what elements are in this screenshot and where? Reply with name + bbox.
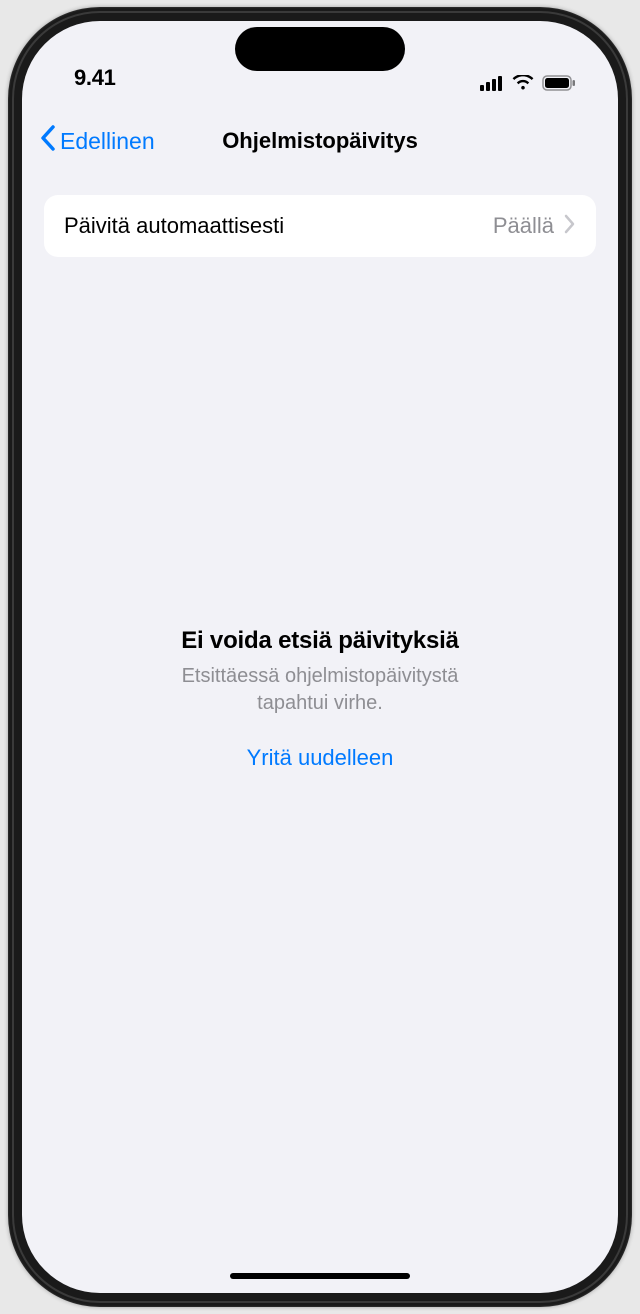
dynamic-island xyxy=(235,27,405,71)
retry-button[interactable]: Yritä uudelleen xyxy=(74,745,566,771)
status-time: 9.41 xyxy=(74,65,116,91)
error-section: Ei voida etsiä päivityksiä Etsittäessä o… xyxy=(44,627,596,771)
home-indicator[interactable] xyxy=(230,1273,410,1279)
screen: 9.41 xyxy=(22,21,618,1293)
status-icons xyxy=(480,75,576,91)
battery-icon xyxy=(542,75,576,91)
chevron-left-icon xyxy=(40,125,56,157)
auto-update-value: Päällä xyxy=(493,213,554,239)
page-title: Ohjelmistopäivitys xyxy=(222,128,418,154)
error-message: Etsittäessä ohjelmistopäivitystä tapahtu… xyxy=(74,663,566,717)
error-title: Ei voida etsiä päivityksiä xyxy=(74,627,566,655)
cellular-icon xyxy=(480,75,504,91)
auto-update-row[interactable]: Päivitä automaattisesti Päällä xyxy=(44,195,596,257)
wifi-icon xyxy=(512,75,534,91)
content-area: Päivitä automaattisesti Päällä Ei voida … xyxy=(22,171,618,1293)
chevron-right-icon xyxy=(564,214,576,239)
back-button[interactable]: Edellinen xyxy=(40,125,155,157)
nav-bar: Edellinen Ohjelmistopäivitys xyxy=(22,111,618,171)
back-label: Edellinen xyxy=(60,128,155,155)
auto-update-label: Päivitä automaattisesti xyxy=(64,213,284,239)
device-frame: 9.41 xyxy=(8,7,632,1307)
